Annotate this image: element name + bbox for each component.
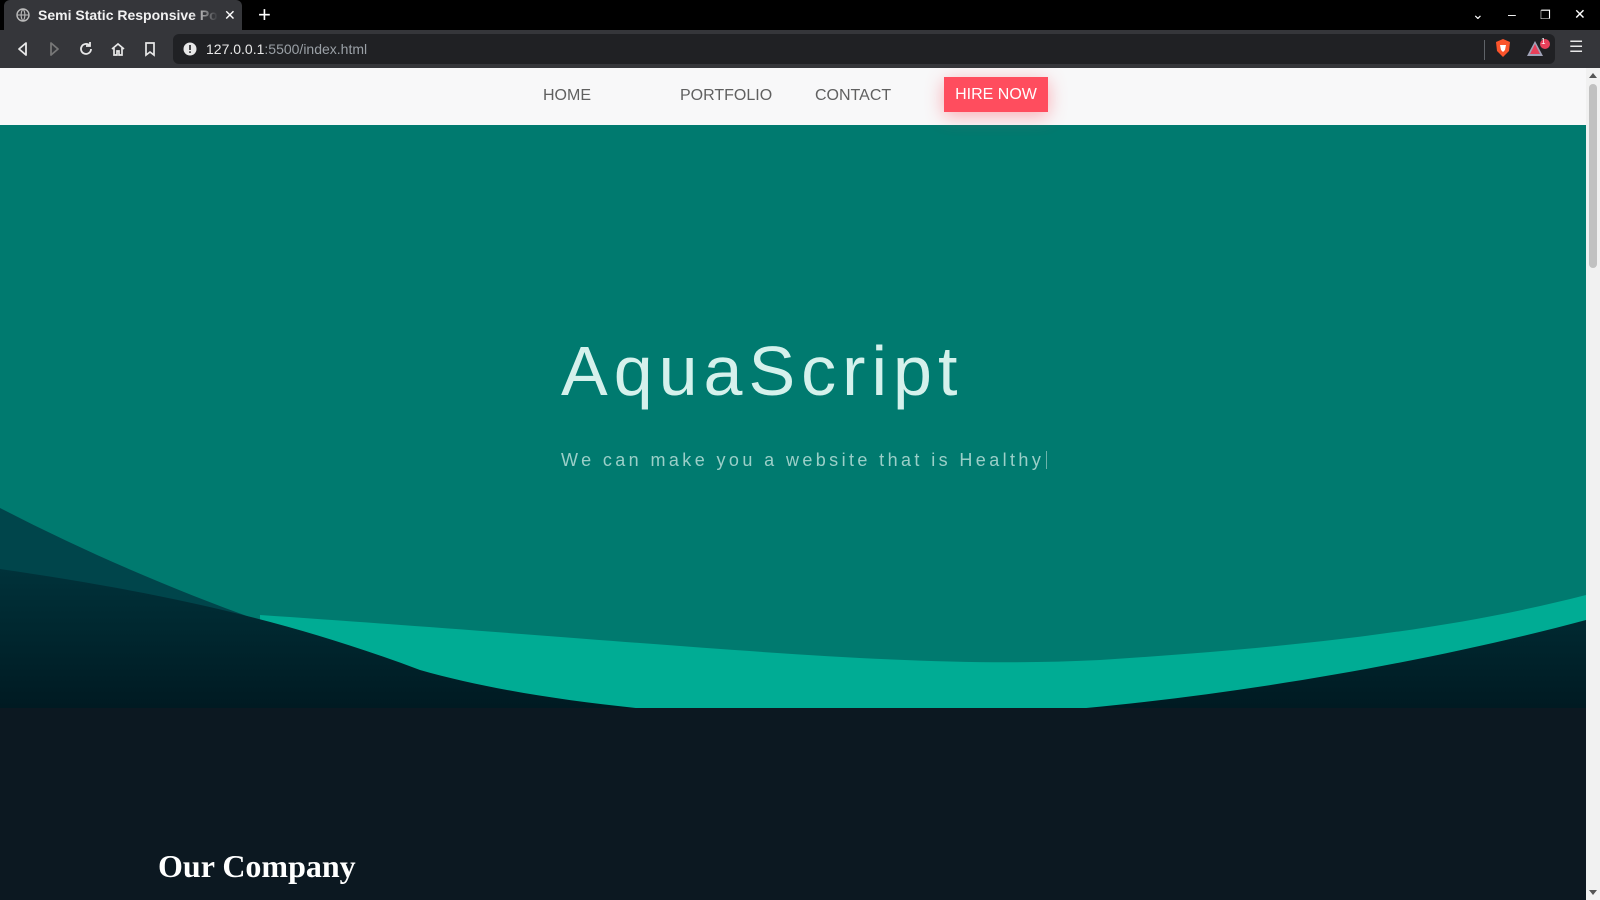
notification-badge: 1: [1541, 37, 1546, 46]
restore-icon[interactable]: ❐: [1540, 8, 1551, 22]
scroll-down-icon[interactable]: [1589, 890, 1597, 895]
bookmark-icon[interactable]: [141, 40, 159, 58]
url-host: 127.0.0.1: [206, 41, 265, 57]
url-text: 127.0.0.1:5500/index.html: [206, 41, 367, 57]
hero-subtitle-text: We can make you a website that is Health…: [561, 450, 1045, 470]
rewards-icon[interactable]: [1526, 38, 1552, 60]
brave-shield-icon[interactable]: [1494, 38, 1512, 58]
tab-title: Semi Static Responsive Portfolio: [38, 7, 218, 23]
tab-close-icon[interactable]: ✕: [224, 7, 236, 24]
hero-subtitle: We can make you a website that is Health…: [561, 450, 1048, 471]
reload-icon[interactable]: [77, 40, 95, 58]
browser-tab-bar: Semi Static Responsive Portfolio ✕ + ⌄ –…: [0, 0, 1600, 30]
window-close-icon[interactable]: ✕: [1574, 6, 1586, 23]
new-tab-icon[interactable]: +: [258, 3, 271, 27]
tab-list-chevron-icon[interactable]: ⌄: [1472, 6, 1484, 23]
nav-contact-link[interactable]: CONTACT: [815, 87, 891, 105]
toolbar-divider: [1484, 40, 1485, 60]
site-info-icon[interactable]: [183, 42, 197, 56]
typing-cursor: [1046, 451, 1048, 469]
site-navbar: HOME PORTFOLIO CONTACT HIRE NOW: [0, 68, 1586, 125]
hero-wave-graphic: [0, 508, 1586, 708]
nav-home-link[interactable]: HOME: [543, 87, 591, 105]
browser-tab[interactable]: Semi Static Responsive Portfolio ✕: [4, 0, 242, 30]
section-heading: Our Company: [158, 848, 356, 884]
scroll-up-icon[interactable]: [1589, 73, 1597, 78]
url-path: :5500/index.html: [264, 41, 368, 57]
menu-icon[interactable]: ☰: [1569, 37, 1583, 57]
forward-icon[interactable]: [45, 40, 63, 58]
address-bar[interactable]: 127.0.0.1:5500/index.html: [173, 34, 1555, 64]
hero-title: AquaScript: [561, 332, 964, 410]
page-scrollbar[interactable]: [1586, 68, 1600, 900]
globe-icon: [16, 8, 30, 22]
browser-toolbar: 127.0.0.1:5500/index.html 1 ☰: [0, 30, 1600, 68]
home-icon[interactable]: [109, 40, 127, 58]
back-icon[interactable]: [14, 40, 32, 58]
minimize-icon[interactable]: –: [1508, 6, 1516, 22]
hire-now-button[interactable]: HIRE NOW: [944, 77, 1048, 112]
scrollbar-thumb[interactable]: [1589, 84, 1597, 268]
page-viewport: HOME PORTFOLIO CONTACT HIRE NOW AquaScri…: [0, 68, 1586, 900]
nav-portfolio-link[interactable]: PORTFOLIO: [680, 87, 772, 105]
hero-section: AquaScript We can make you a website tha…: [0, 125, 1586, 708]
